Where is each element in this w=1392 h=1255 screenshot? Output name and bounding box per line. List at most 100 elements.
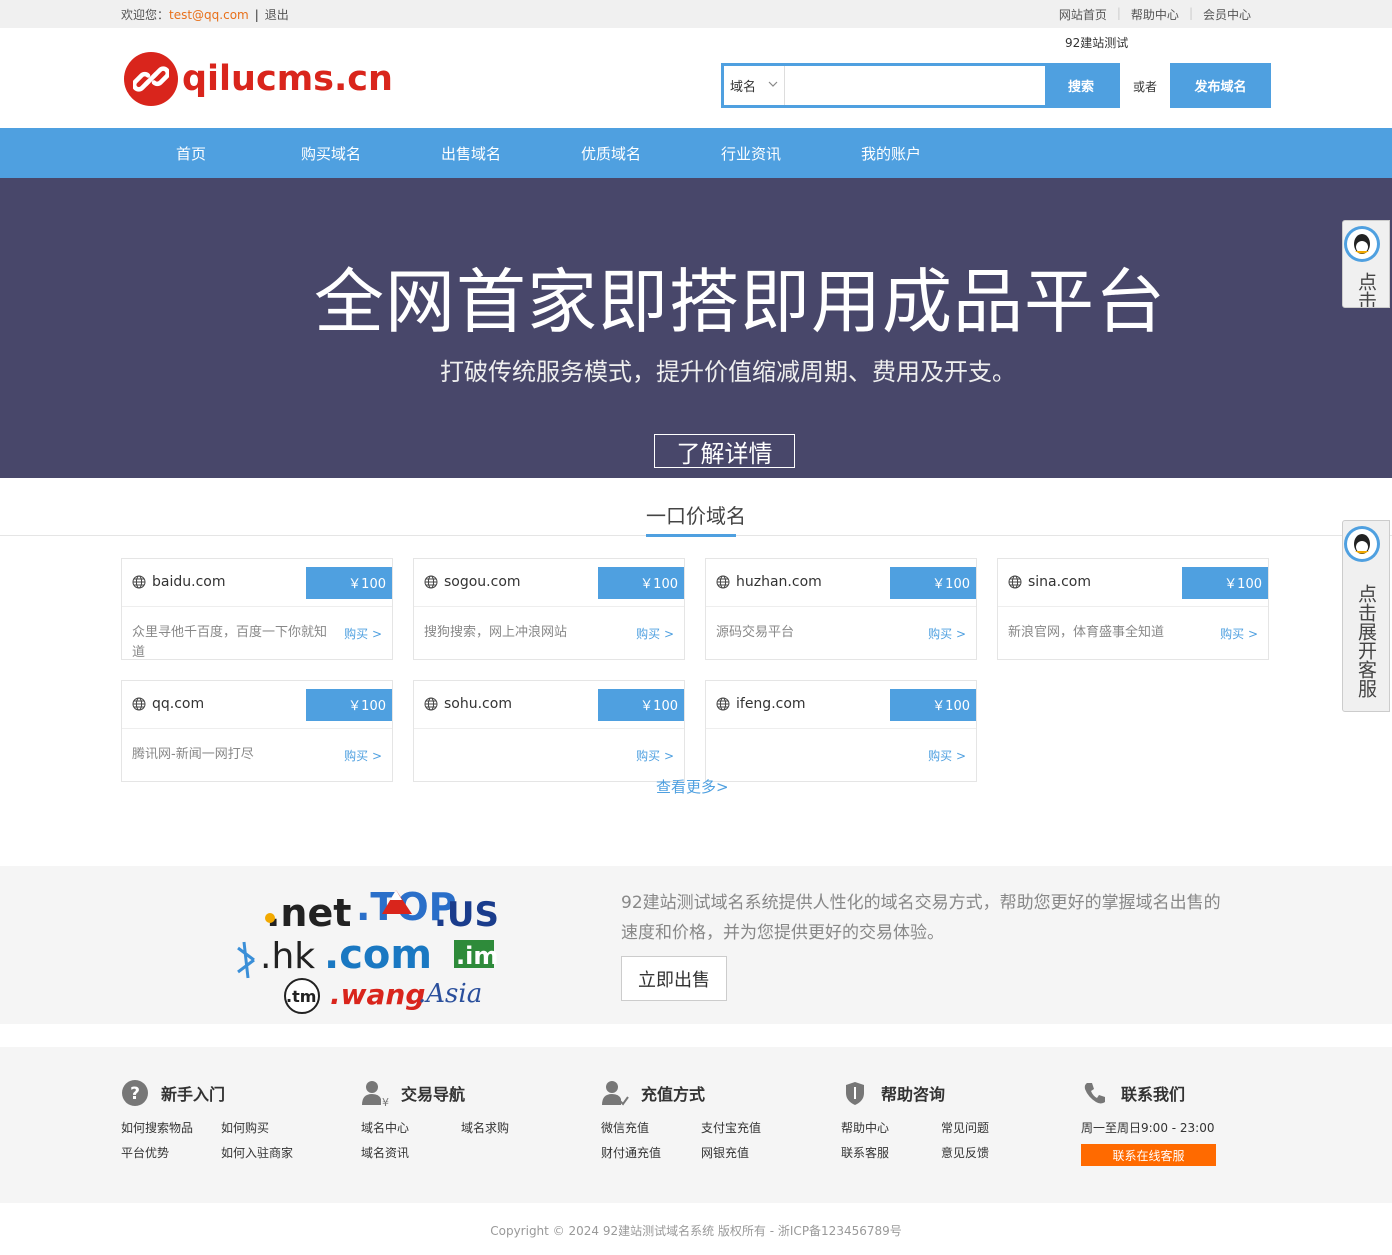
footer: ? 新手入门 如何搜索物品 如何购买 平台优势 如何入驻商家 ¥ 交易导航 域名…	[0, 1047, 1392, 1203]
footer-link[interactable]: 常见问题	[941, 1119, 1041, 1136]
ext-im: .im	[456, 942, 498, 970]
learn-more-button[interactable]: 了解详情	[654, 434, 795, 468]
side-service-collapsed[interactable]: 点击	[1342, 220, 1390, 308]
buy-link[interactable]: 购买 >	[344, 625, 382, 642]
sell-promo: .net .TOP .US .hk .com .im .tm .wang .As…	[0, 866, 1392, 1024]
price-tag: ￥100	[598, 567, 684, 599]
nav-item-sell-domain[interactable]: 出售域名	[401, 128, 541, 178]
nav-item-industry-news[interactable]: 行业资讯	[681, 128, 821, 178]
side-label-full: 点击展开客服	[1355, 584, 1377, 698]
svg-text:?: ?	[130, 1084, 140, 1104]
header: qilucms.cn 92建站测试 域名 搜索 或者 发布域名	[0, 28, 1392, 128]
side-service-expanded[interactable]: 点击展开客服	[1342, 520, 1390, 712]
buy-link[interactable]: 购买 >	[928, 747, 966, 764]
nav-item-home[interactable]: 首页	[121, 128, 261, 178]
domain-card[interactable]: huzhan.com ￥100 源码交易平台 购买 >	[705, 558, 977, 660]
footer-link[interactable]: 财付通充值	[601, 1144, 701, 1161]
section-header: 一口价域名	[0, 478, 1392, 537]
footer-col-title: 新手入门	[161, 1085, 226, 1104]
footer-link[interactable]: 如何入驻商家	[221, 1144, 321, 1161]
footer-col-contact: 联系我们 周一至周日9:00 - 23:00 联系在线客服	[1081, 1079, 1216, 1166]
domain-name[interactable]: sohu.com	[444, 696, 512, 712]
nav-item-premium-domain[interactable]: 优质域名	[541, 128, 681, 178]
hero-banner: 全网首家即搭即用成品平台 打破传统服务模式，提升价值缩减周期、费用及开支。 了解…	[0, 178, 1392, 478]
domain-name[interactable]: qq.com	[152, 696, 204, 712]
footer-col-beginner: ? 新手入门 如何搜索物品 如何购买 平台优势 如何入驻商家	[121, 1079, 321, 1161]
nav-item-buy-domain[interactable]: 购买域名	[261, 128, 401, 178]
user-email-link[interactable]: test@qq.com	[169, 8, 249, 22]
divider: |	[254, 8, 259, 22]
domain-card[interactable]: sogou.com ￥100 搜狗搜索，网上冲浪网站 购买 >	[413, 558, 685, 660]
online-support-button[interactable]: 联系在线客服	[1081, 1144, 1216, 1166]
footer-link[interactable]: 支付宝充值	[701, 1119, 801, 1136]
footer-col-trade: ¥ 交易导航 域名中心 域名求购 域名资讯	[361, 1079, 561, 1161]
domain-desc: 新浪官网，体育盛事全知道	[1008, 625, 1165, 640]
footer-link[interactable]: 域名求购	[461, 1119, 561, 1136]
footer-col-title: 帮助咨询	[881, 1085, 946, 1104]
view-more-link[interactable]: 查看更多>	[656, 776, 729, 797]
footer-link[interactable]: 意见反馈	[941, 1144, 1041, 1161]
domain-card[interactable]: baidu.com ￥100 众里寻他千百度，百度一下你就知道 购买 >	[121, 558, 393, 660]
member-center-link[interactable]: 会员中心	[1193, 6, 1261, 23]
footer-link[interactable]: 如何购买	[221, 1119, 321, 1136]
domain-name[interactable]: baidu.com	[152, 574, 225, 590]
question-icon: ?	[121, 1079, 149, 1107]
sell-now-button[interactable]: 立即出售	[621, 956, 727, 1001]
logo-text: qilucms.cn	[182, 59, 393, 99]
footer-link[interactable]: 如何搜索物品	[121, 1119, 221, 1136]
domain-name[interactable]: ifeng.com	[736, 696, 806, 712]
globe-icon	[132, 575, 146, 589]
price-tag: ￥100	[306, 689, 392, 721]
buy-link[interactable]: 购买 >	[928, 625, 966, 642]
footer-col-recharge: 充值方式 微信充值 支付宝充值 财付通充值 网银充值	[601, 1079, 801, 1161]
search-type-label: 域名	[730, 80, 757, 95]
globe-icon	[716, 575, 730, 589]
domain-grid: baidu.com ￥100 众里寻他千百度，百度一下你就知道 购买 > sog…	[0, 536, 1392, 866]
footer-link[interactable]: 联系客服	[841, 1144, 941, 1161]
banner-title: 全网首家即搭即用成品平台	[314, 261, 1166, 343]
phone-icon	[1081, 1079, 1109, 1107]
footer-link[interactable]: 域名资讯	[361, 1144, 461, 1161]
domain-desc: 源码交易平台	[716, 625, 795, 640]
buy-link[interactable]: 购买 >	[636, 747, 674, 764]
site-home-link[interactable]: 网站首页	[1049, 6, 1117, 23]
footer-link[interactable]: 网银充值	[701, 1144, 801, 1161]
ext-us: .US	[434, 895, 499, 935]
price-tag: ￥100	[598, 689, 684, 721]
domain-name[interactable]: sina.com	[1028, 574, 1091, 590]
globe-icon	[424, 697, 438, 711]
nav-item-my-account[interactable]: 我的账户	[821, 128, 961, 178]
site-logo[interactable]: qilucms.cn	[124, 52, 393, 106]
domain-card[interactable]: qq.com ￥100 腾讯网-新闻一网打尽 购买 >	[121, 680, 393, 782]
domain-card[interactable]: sohu.com ￥100 购买 >	[413, 680, 685, 782]
footer-link[interactable]: 域名中心	[361, 1119, 461, 1136]
footer-col-title: 充值方式	[641, 1085, 706, 1104]
svg-text:¥: ¥	[382, 1096, 389, 1107]
footer-link[interactable]: 帮助中心	[841, 1119, 941, 1136]
domain-name[interactable]: sogou.com	[444, 574, 521, 590]
top-bar: 欢迎您：test@qq.com | 退出 网站首页 | 帮助中心 | 会员中心	[0, 0, 1392, 28]
publish-domain-button[interactable]: 发布域名	[1170, 63, 1271, 108]
footer-link[interactable]: 平台优势	[121, 1144, 221, 1161]
buy-link[interactable]: 购买 >	[1220, 625, 1258, 642]
welcome-area: 欢迎您：test@qq.com | 退出	[121, 6, 289, 23]
domain-card[interactable]: ifeng.com ￥100 购买 >	[705, 680, 977, 782]
search-button[interactable]: 搜索	[1045, 66, 1117, 105]
help-center-link[interactable]: 帮助中心	[1121, 6, 1189, 23]
domain-desc: 众里寻他千百度，百度一下你就知道	[132, 625, 328, 660]
buy-link[interactable]: 购买 >	[344, 747, 382, 764]
or-label: 或者	[1133, 80, 1158, 94]
domain-card[interactable]: sina.com ￥100 新浪官网，体育盛事全知道 购买 >	[997, 558, 1269, 660]
globe-icon	[132, 697, 146, 711]
ext-wang: .wang	[330, 978, 425, 1011]
footer-col-title: 交易导航	[401, 1085, 466, 1104]
domain-name[interactable]: huzhan.com	[736, 574, 822, 590]
footer-link[interactable]: 微信充值	[601, 1119, 701, 1136]
buy-link[interactable]: 购买 >	[636, 625, 674, 642]
main-nav: 首页 购买域名 出售域名 优质域名 行业资讯 我的账户	[0, 128, 1392, 178]
search-type-select[interactable]: 域名	[724, 66, 785, 105]
domain-desc: 腾讯网-新闻一网打尽	[132, 747, 254, 762]
qq-icon	[1344, 226, 1380, 262]
logout-link[interactable]: 退出	[265, 8, 289, 22]
search-input[interactable]	[785, 66, 1045, 105]
